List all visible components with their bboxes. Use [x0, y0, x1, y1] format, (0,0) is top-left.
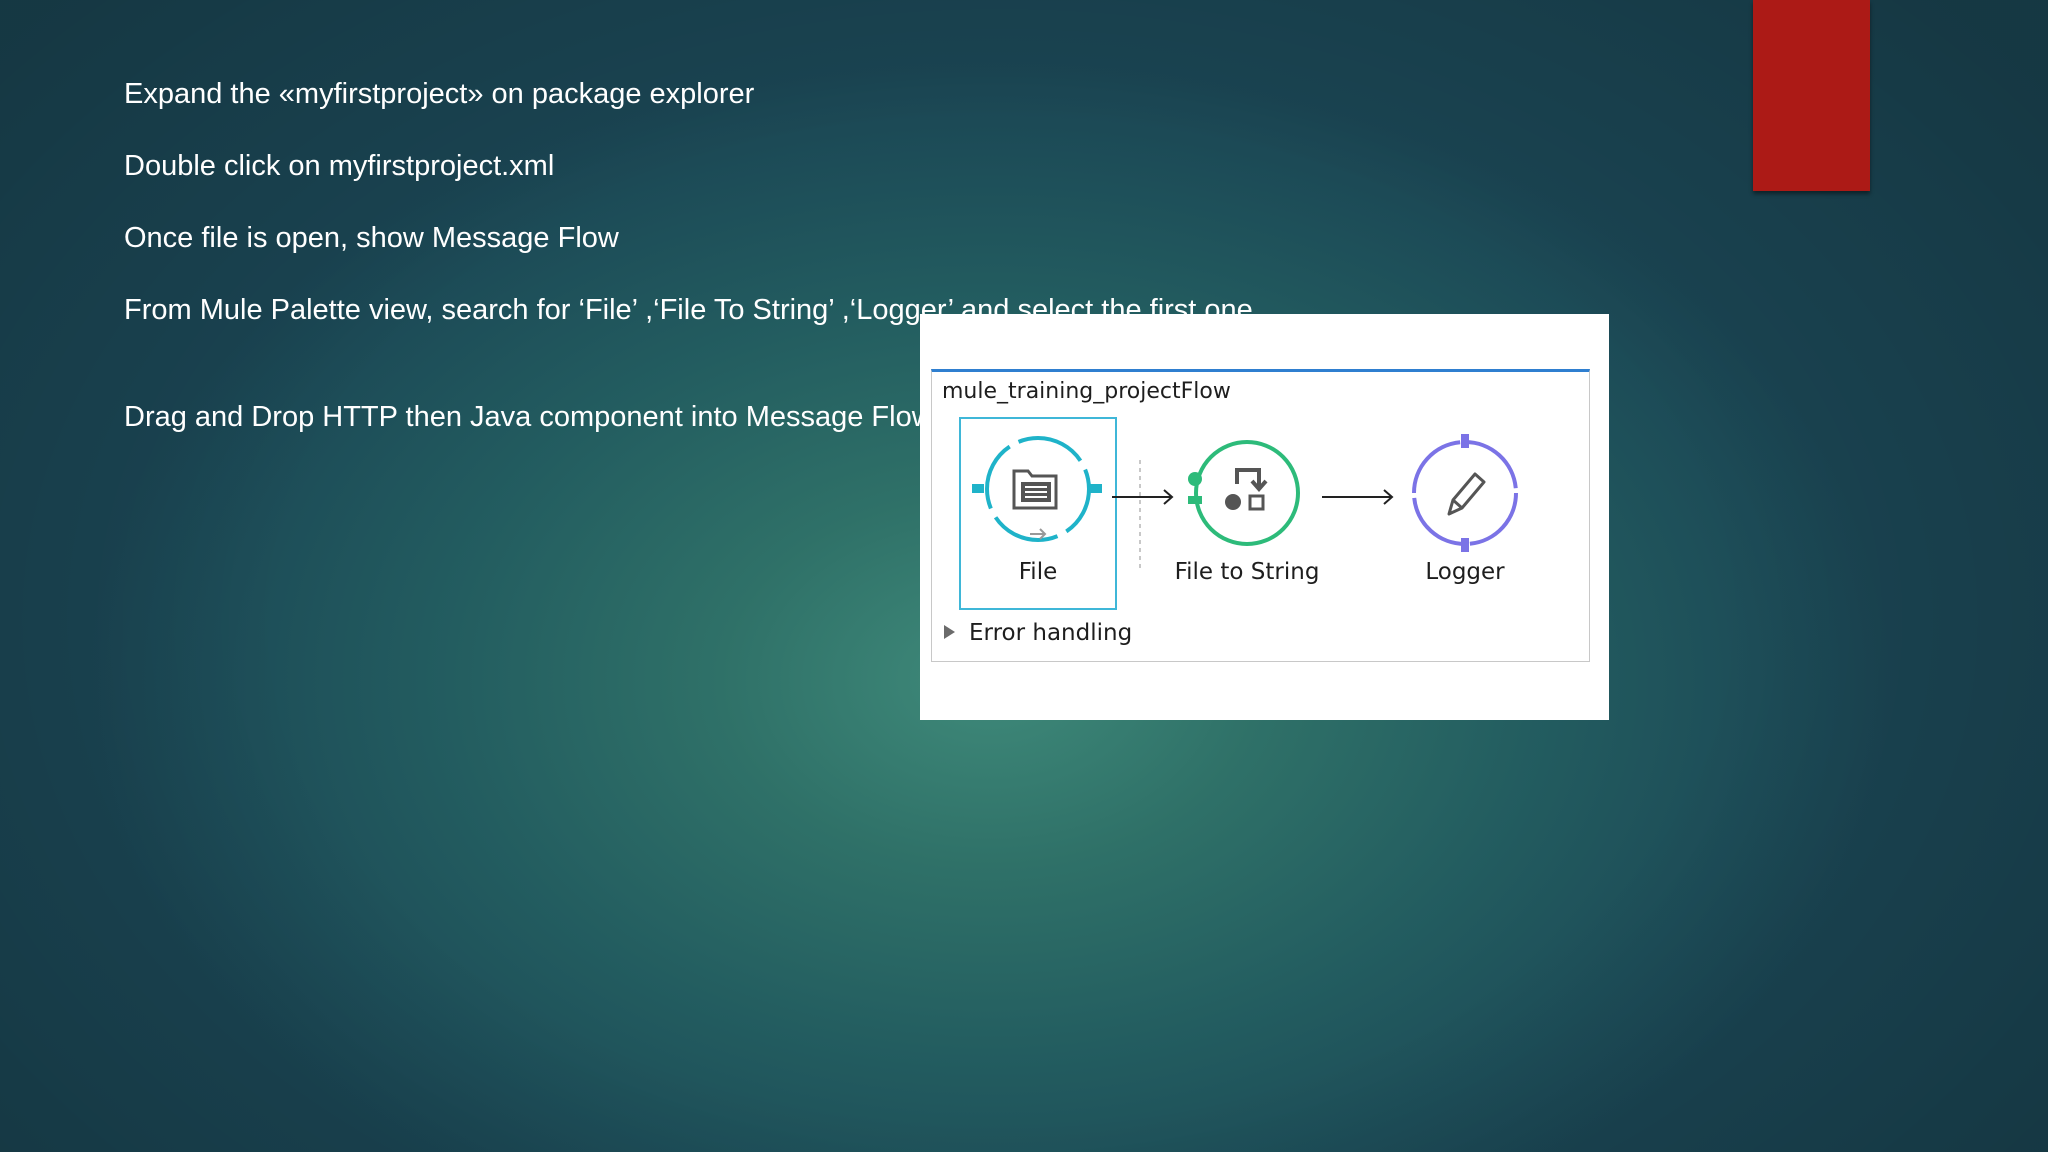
file-component[interactable] [972, 436, 1102, 542]
flow-screenshot: mule_training_projectFlow File File to S… [920, 314, 1609, 720]
bullet-item-expand: Expand the «myfirstproject» on package e… [124, 78, 755, 110]
file-to-string-component-label: File to String [1174, 559, 1320, 585]
expand-triangle-icon [944, 624, 955, 639]
error-handling-label: Error handling [969, 620, 1133, 646]
accent-bar [1753, 0, 1870, 191]
bullet-item-double-click: Double click on myfirstproject.xml [124, 150, 555, 182]
logger-component[interactable] [1412, 434, 1518, 552]
logger-component-label: Logger [1425, 559, 1505, 585]
file-to-string-component[interactable] [1188, 440, 1300, 546]
transformer-icon [1225, 468, 1268, 511]
bullet-item-show-flow: Once file is open, show Message Flow [124, 222, 619, 254]
error-handling-toggle[interactable]: Error handling [944, 620, 1132, 650]
file-component-label: File [1018, 559, 1058, 585]
pencil-icon [1447, 472, 1486, 516]
folder-list-icon [1012, 469, 1058, 510]
flow-arrow-2 [1322, 489, 1394, 505]
message-flow-canvas[interactable]: mule_training_projectFlow File File to S… [931, 369, 1590, 662]
flow-arrow-1 [1112, 489, 1174, 505]
inbound-arrow-icon [1030, 528, 1047, 540]
